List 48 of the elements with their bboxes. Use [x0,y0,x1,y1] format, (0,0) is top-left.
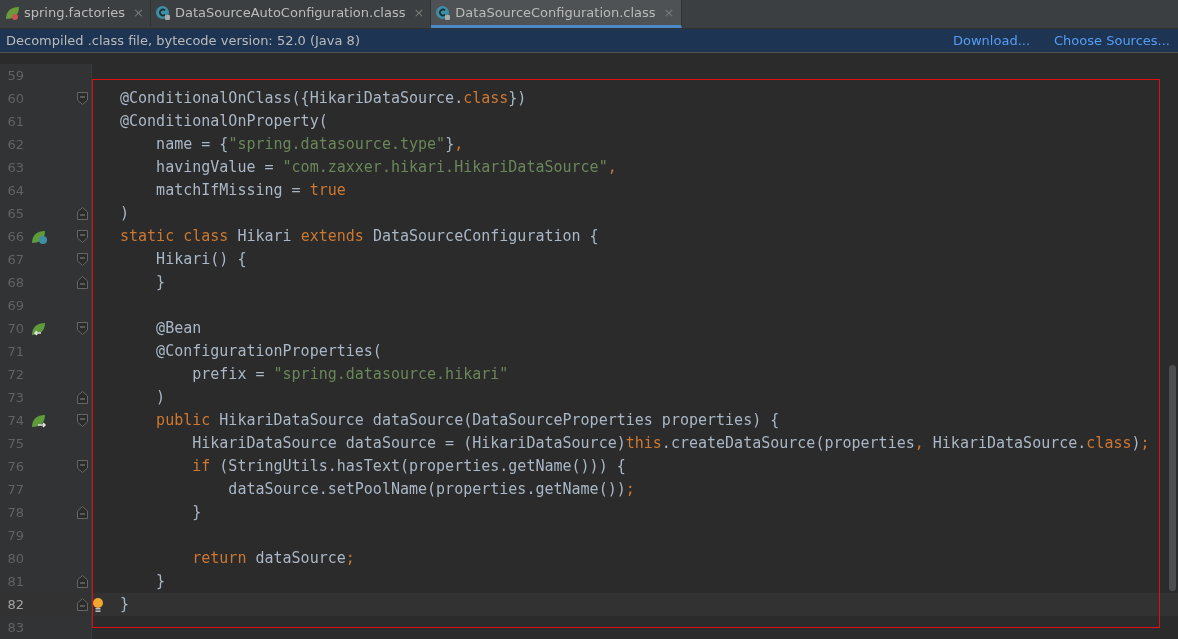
lightbulb-icon[interactable] [92,596,104,613]
code-line: HikariDataSource dataSource = (HikariDataSource)this.createDataSource(properties, HikariDataSource.class); [191,433,1150,454]
editor-tab[interactable]: spring.factories × [0,0,151,28]
code-line: matchIfMissing = true [155,180,346,201]
code-line: dataSource.setPoolName(properties.getName()); [227,479,635,500]
code-line: static class Hikari extends DataSourceConfiguration { [120,226,599,247]
close-icon[interactable]: × [413,5,425,20]
code-line: } [120,594,130,615]
fold-icon[interactable] [76,230,88,243]
class-icon [155,4,171,21]
code-line: prefix = "spring.datasource.hikari" [191,364,509,385]
notice-link[interactable]: Download... [953,33,1031,48]
code-line: havingValue = "com.zaxxer.hikari.HikariDataSource", [155,157,617,178]
notice-link[interactable]: Choose Sources... [1054,33,1170,48]
code-line: @ConditionalOnProperty( [120,111,328,132]
code-line: Hikari() { [155,249,247,270]
code-line: } [155,571,166,592]
fold-icon[interactable] [76,253,88,266]
fold-icon[interactable] [76,414,88,427]
class-icon [435,4,452,21]
editor-tab[interactable]: DataSourceConfiguration.class × [431,0,682,28]
code-line: if (StringUtils.hasText(properties.getName())) { [191,456,626,477]
code-line: name = {"spring.datasource.type"}, [155,134,464,155]
bean-icon[interactable] [30,412,48,429]
code-line: } [191,502,202,523]
fold-icon[interactable] [76,92,88,105]
bean-icon[interactable] [30,320,48,337]
scrollbar-thumb[interactable] [1169,365,1176,591]
code-line: @ConfigurationProperties( [155,341,382,362]
notice-text: Decompiled .class file, bytecode version: 52.0 (Java 8) [6,33,361,48]
code-line: public HikariDataSource dataSource(DataSourceProperties properties) { [155,410,780,431]
fold-icon[interactable] [76,460,88,473]
line-number: 82 [6,597,24,612]
fold-icon[interactable] [76,506,88,519]
code-line: ) [120,203,130,224]
code-line: } [155,272,166,293]
fold-icon[interactable] [76,276,88,289]
fold-icon[interactable] [76,207,88,220]
fold-icon[interactable] [76,575,88,588]
bean-icon[interactable] [30,228,48,245]
code-line: return dataSource; [191,548,355,569]
code-line: ) [155,387,166,408]
close-icon[interactable]: × [133,5,144,20]
fold-icon[interactable] [76,391,88,404]
fold-icon[interactable] [76,322,88,335]
code-line: @Bean [155,318,202,339]
leaf-icon [4,4,20,21]
code-line: @ConditionalOnClass({HikariDataSource.class}) [120,88,527,109]
